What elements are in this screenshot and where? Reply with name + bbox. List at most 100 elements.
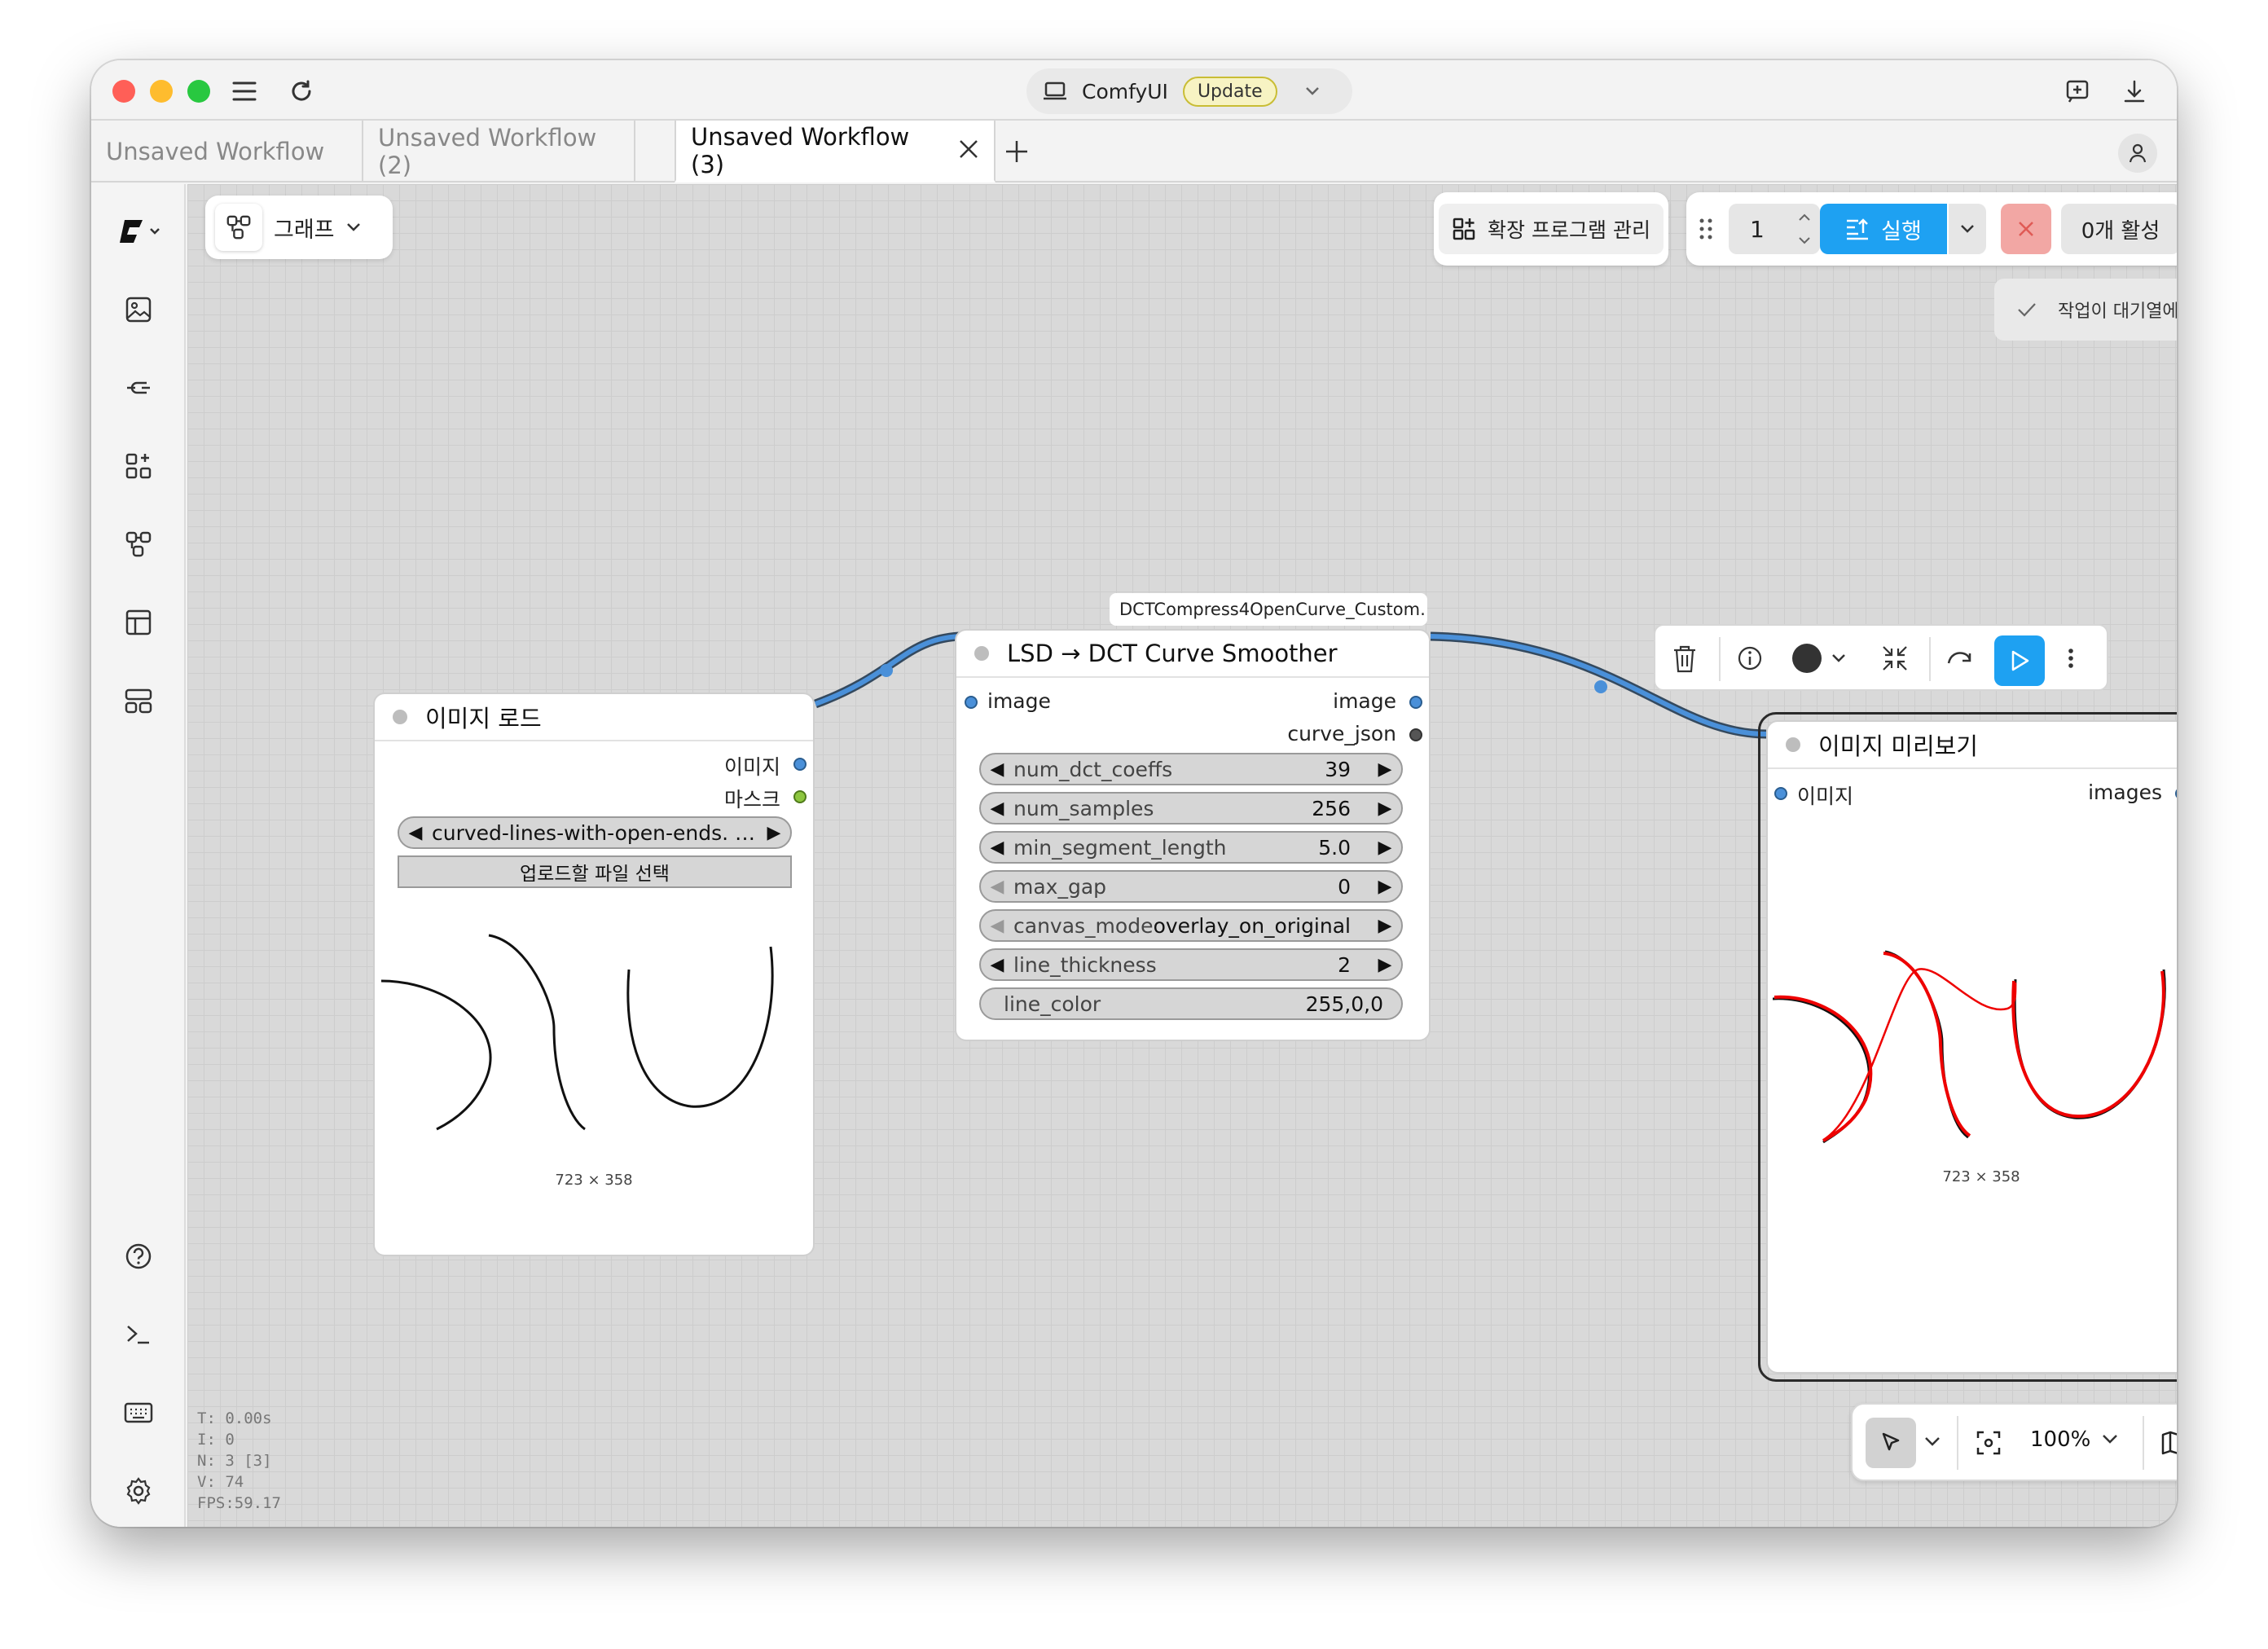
image-gallery-icon bbox=[125, 297, 152, 323]
increment-icon[interactable]: ▶ bbox=[1369, 838, 1401, 858]
minimize-window-button[interactable] bbox=[150, 80, 173, 103]
image-dimensions: 723 × 358 bbox=[555, 1172, 633, 1189]
menu-icon[interactable] bbox=[226, 73, 262, 109]
increment-icon[interactable]: ▶ bbox=[1369, 877, 1401, 897]
new-tab-button[interactable] bbox=[996, 130, 1038, 173]
preview-image-node[interactable]: 이미지 미리보기 이미지 images 723 × 358 bbox=[1766, 720, 2177, 1374]
tab-workflow-3[interactable]: Unsaved Workflow (3) bbox=[675, 121, 996, 182]
maximize-window-button[interactable] bbox=[187, 80, 210, 103]
node-type-label: DCTCompress4OpenCurve_Custom… bbox=[1119, 600, 1427, 619]
sidebar-apps-button[interactable] bbox=[116, 678, 161, 723]
bypass-icon[interactable] bbox=[1945, 644, 1975, 676]
preview-image-output bbox=[1773, 950, 2166, 1144]
output-slot-mask[interactable] bbox=[793, 790, 807, 803]
decrement-icon[interactable]: ◀ bbox=[981, 838, 1013, 858]
loaded-image-preview bbox=[381, 934, 774, 1131]
input-slot-label: image bbox=[987, 689, 1051, 713]
increment-icon[interactable]: ▶ bbox=[1369, 916, 1401, 936]
download-icon[interactable] bbox=[2116, 73, 2152, 109]
output-slot-curve-json[interactable] bbox=[1409, 728, 1422, 741]
decrement-icon[interactable]: ◀ bbox=[981, 877, 1013, 897]
increment-icon[interactable]: ▶ bbox=[1369, 955, 1401, 975]
decrement-icon[interactable]: ◀ bbox=[981, 955, 1013, 975]
sidebar-models-button[interactable] bbox=[116, 365, 161, 411]
upload-file-label: 업로드할 파일 선택 bbox=[520, 864, 670, 885]
widget-num-samples[interactable]: ◀ num_samples 256 ▶ bbox=[979, 792, 1403, 824]
user-icon bbox=[2129, 143, 2147, 163]
sidebar-help-button[interactable] bbox=[116, 1233, 161, 1279]
caret-right-icon[interactable]: ▶ bbox=[758, 823, 790, 843]
sidebar-templates-button[interactable] bbox=[116, 600, 161, 645]
app-window: ComfyUI Update Unsaved Workflow Unsaved … bbox=[91, 60, 2177, 1527]
node-status-dot bbox=[393, 710, 407, 724]
widget-max-gap[interactable]: ◀ max_gap 0 ▶ bbox=[979, 870, 1403, 903]
output-slot-images[interactable] bbox=[2175, 787, 2177, 800]
widget-canvas-mode[interactable]: ◀ canvas_mode overlay_on_original ▶ bbox=[979, 909, 1403, 942]
fit-view-icon[interactable] bbox=[1975, 1429, 2002, 1460]
close-window-button[interactable] bbox=[112, 80, 135, 103]
image-file-select[interactable]: ◀ curved-lines-with-open-ends. … ▶ bbox=[398, 816, 792, 849]
widget-line-thickness[interactable]: ◀ line_thickness 2 ▶ bbox=[979, 948, 1403, 981]
node-title[interactable]: LSD → DCT Curve Smoother bbox=[956, 631, 1429, 678]
widget-value: 255,0,0 bbox=[1305, 992, 1383, 1016]
increment-icon[interactable]: ▶ bbox=[1369, 759, 1401, 780]
tab-workflow-2[interactable]: Unsaved Workflow (2) bbox=[363, 121, 635, 182]
output-slot-image[interactable] bbox=[793, 758, 807, 771]
reload-icon[interactable] bbox=[284, 73, 319, 109]
input-slot-image[interactable] bbox=[965, 696, 978, 709]
trash-icon[interactable] bbox=[1670, 642, 1699, 678]
load-image-node[interactable]: 이미지 로드 이미지 마스크 ◀ curved-lines-with-open-… bbox=[373, 693, 815, 1256]
increment-icon[interactable]: ▶ bbox=[1369, 798, 1401, 819]
run-node-button[interactable] bbox=[1994, 635, 2045, 686]
widget-name: line_color bbox=[1004, 992, 1101, 1016]
feedback-icon[interactable] bbox=[2059, 73, 2095, 109]
image-dimensions: 723 × 358 bbox=[1942, 1168, 2020, 1185]
widget-num-dct-coeffs[interactable]: ◀ num_dct_coeffs 39 ▶ bbox=[979, 753, 1403, 785]
node-title[interactable]: 이미지 미리보기 bbox=[1768, 722, 2177, 769]
node-title[interactable]: 이미지 로드 bbox=[375, 694, 813, 741]
decrement-icon[interactable]: ◀ bbox=[981, 916, 1013, 936]
minimap-icon[interactable] bbox=[2160, 1429, 2177, 1460]
upload-file-button[interactable]: 업로드할 파일 선택 bbox=[398, 855, 792, 888]
sidebar-shortcuts-button[interactable] bbox=[116, 1390, 161, 1436]
close-tab-icon[interactable] bbox=[958, 134, 979, 167]
title-bar: ComfyUI Update bbox=[91, 60, 2177, 121]
chevron-down-icon[interactable] bbox=[1305, 86, 1320, 96]
zoom-control[interactable]: 100% bbox=[2030, 1427, 2118, 1452]
input-slot-image[interactable] bbox=[1774, 787, 1787, 800]
divider bbox=[1957, 1416, 1958, 1470]
dct-curve-smoother-node[interactable]: LSD → DCT Curve Smoother image image cur… bbox=[955, 629, 1431, 1041]
stat-nodes: N: 3 [3] bbox=[197, 1452, 272, 1470]
link-midpoint[interactable] bbox=[1594, 680, 1607, 693]
widget-value: 0 bbox=[1338, 874, 1351, 899]
workflow-icon bbox=[125, 531, 152, 557]
caret-left-icon[interactable]: ◀ bbox=[399, 823, 432, 843]
node-title-label: 이미지 미리보기 bbox=[1818, 732, 1978, 760]
collapse-icon[interactable] bbox=[1880, 644, 1910, 676]
select-tool-button[interactable] bbox=[1866, 1418, 1916, 1468]
decrement-icon[interactable]: ◀ bbox=[981, 798, 1013, 819]
app-switcher[interactable]: ComfyUI Update bbox=[1026, 68, 1352, 114]
user-avatar-button[interactable] bbox=[2118, 134, 2157, 173]
output-slot-image[interactable] bbox=[1409, 696, 1422, 709]
canvas-bottom-toolbar: 100% bbox=[1851, 1403, 2177, 1481]
chevron-down-icon[interactable] bbox=[1924, 1436, 1941, 1451]
sidebar-images-button[interactable] bbox=[116, 287, 161, 332]
sidebar-settings-button[interactable] bbox=[116, 1468, 161, 1514]
info-icon[interactable] bbox=[1735, 644, 1765, 676]
decrement-icon[interactable]: ◀ bbox=[981, 759, 1013, 780]
link-midpoint[interactable] bbox=[880, 664, 893, 677]
sidebar-terminal-button[interactable] bbox=[116, 1312, 161, 1357]
update-badge[interactable]: Update bbox=[1182, 76, 1277, 107]
sidebar-nodes-button[interactable] bbox=[116, 443, 161, 489]
sidebar-workflows-button[interactable] bbox=[116, 521, 161, 567]
widget-min-segment-length[interactable]: ◀ min_segment_length 5.0 ▶ bbox=[979, 831, 1403, 864]
keyboard-icon bbox=[124, 1402, 153, 1423]
graph-canvas[interactable]: 그래프 확장 프로그램 관리 1 실행 0개 활성 작업이 대기열에 이미지 로… bbox=[187, 184, 2177, 1527]
divider bbox=[2143, 1416, 2144, 1470]
node-color-picker[interactable] bbox=[1792, 644, 1846, 673]
tab-workflow-1[interactable]: Unsaved Workflow bbox=[91, 121, 363, 182]
widget-line-color[interactable]: line_color 255,0,0 bbox=[979, 987, 1403, 1020]
comfy-logo-menu[interactable] bbox=[112, 209, 169, 254]
more-options-icon[interactable] bbox=[2063, 644, 2079, 676]
